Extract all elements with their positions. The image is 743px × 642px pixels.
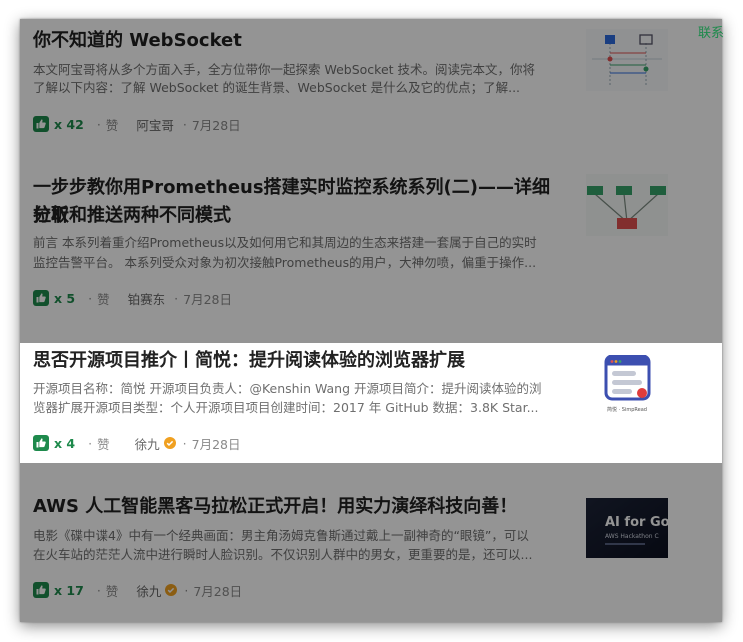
like-count: x 5 [54, 290, 76, 306]
like-count: x 42 [54, 116, 84, 132]
thumbs-up-icon [33, 290, 49, 306]
aws-hackathon-banner-thumbnail[interactable]: AI for Go AWS Hackathon C [586, 498, 668, 558]
like-button[interactable]: x 17 [33, 582, 88, 598]
publish-date: 7月28日 [191, 117, 241, 133]
aws-banner-subtitle: AWS Hackathon C [605, 533, 659, 540]
page: 联系 你不知道的 WebSocket 本文阿宝哥将从多个方面入手，全方位带你一起… [0, 0, 743, 642]
simpread-logo-thumbnail[interactable]: 简悦 · SimpRead [586, 355, 668, 417]
flow-diagram-thumbnail[interactable] [586, 29, 668, 91]
article-item[interactable]: 一步步教你用Prometheus搭建实时监控系统系列(二)——详细分析 拉取和推… [20, 161, 722, 341]
article-title[interactable]: 思否开源项目推介丨简悦：提升阅读体验的浏览器扩展 [33, 347, 561, 375]
thumbs-up-icon [33, 435, 49, 451]
author-name[interactable]: 徐九 [135, 434, 160, 453]
thumbs-up-icon [33, 582, 49, 598]
tree-diagram-thumbnail[interactable] [586, 174, 668, 236]
simpread-caption: 简悦 · SimpRead [607, 406, 647, 413]
separator-dot: · [88, 435, 93, 451]
separator-dot: · [96, 582, 101, 598]
article-desc-line: 在火车站的茫茫人流中进行瞬时人脸识别。不仅识别人群中的男女，更重要的是，还可以.… [33, 547, 533, 562]
like-label: 赞 [97, 436, 110, 452]
article-desc-line: 监控告警平台。 本系列受众对象为初次接触Prometheus的用户，大神勿喷，偏… [33, 255, 537, 270]
separator-dot: · [184, 582, 189, 598]
article-title[interactable]: 你不知道的 WebSocket [33, 27, 561, 55]
separator-dot: · [96, 116, 101, 132]
article-feed: 你不知道的 WebSocket 本文阿宝哥将从多个方面入手，全方位带你一起探索 … [20, 19, 722, 622]
verified-badge-icon [163, 437, 176, 449]
author-name[interactable]: 阿宝哥 [136, 115, 174, 134]
article-meta: x 42 · 赞 阿宝哥 · 7月28日 [33, 113, 241, 135]
publish-date: 7月28日 [191, 436, 241, 452]
article-title-line[interactable]: 拉取和推送两种不同模式 [33, 202, 561, 230]
like-label: 赞 [105, 117, 119, 133]
like-label: 赞 [97, 291, 110, 307]
article-desc-line: 电影《碟中谍4》中有一个经典画面：男主角汤姆克鲁斯通过戴上一副神奇的“眼镜”，可… [33, 528, 529, 543]
contact-link[interactable]: 联系 [698, 22, 724, 41]
article-desc-line: 览器扩展开源项目类型：个人开源项目项目创建时间：2017 年 GitHub 数据… [33, 400, 539, 415]
like-button[interactable]: x 5 [33, 290, 79, 306]
like-label: 赞 [105, 583, 119, 599]
article-item[interactable]: AWS 人工智能黑客马拉松正式开启！用实力演绎科技向善！ 电影《碟中谍4》中有一… [20, 463, 722, 622]
like-button[interactable]: x 4 [33, 435, 79, 451]
article-item[interactable]: 你不知道的 WebSocket 本文阿宝哥将从多个方面入手，全方位带你一起探索 … [20, 19, 722, 161]
thumbs-up-icon [33, 116, 49, 132]
article-title[interactable]: AWS 人工智能黑客马拉松正式开启！用实力演绎科技向善！ [33, 493, 561, 521]
verified-badge-icon [165, 584, 178, 596]
like-button[interactable]: x 42 [33, 116, 88, 132]
article-desc-line: 开源项目名称：简悦 开源项目负责人：@Kenshin Wang 开源项目简介：提… [33, 381, 542, 396]
author-name[interactable]: 铂赛东 [128, 289, 166, 308]
like-count: x 4 [54, 435, 76, 451]
article-desc-line: 了解以下内容：了解 WebSocket 的诞生背景、WebSocket 是什么及… [33, 80, 521, 95]
author-name[interactable]: 徐九 [136, 581, 161, 600]
article-item-highlighted[interactable]: 思否开源项目推介丨简悦：提升阅读体验的浏览器扩展 开源项目名称：简悦 开源项目负… [20, 343, 722, 463]
publish-date: 7月28日 [183, 291, 232, 307]
article-meta: x 4 · 赞 徐九 · 7月28日 [33, 432, 240, 454]
separator-dot: · [88, 290, 93, 306]
separator-dot: · [182, 116, 187, 132]
separator-dot: · [174, 290, 179, 306]
publish-date: 7月28日 [193, 583, 243, 599]
article-meta: x 5 · 赞 铂赛东 · 7月28日 [33, 287, 232, 309]
like-count: x 17 [54, 582, 84, 598]
aws-banner-headline: AI for Go [605, 515, 668, 530]
separator-dot: · [182, 435, 187, 451]
article-meta: x 17 · 赞 徐九 · 7月28日 [33, 579, 242, 601]
article-desc-line: 本文阿宝哥将从多个方面入手，全方位带你一起探索 WebSocket 技术。阅读完… [33, 62, 536, 77]
article-desc-line: 前言 本系列着重介绍Prometheus以及如何用它和其周边的生态来搭建一套属于… [33, 235, 537, 250]
